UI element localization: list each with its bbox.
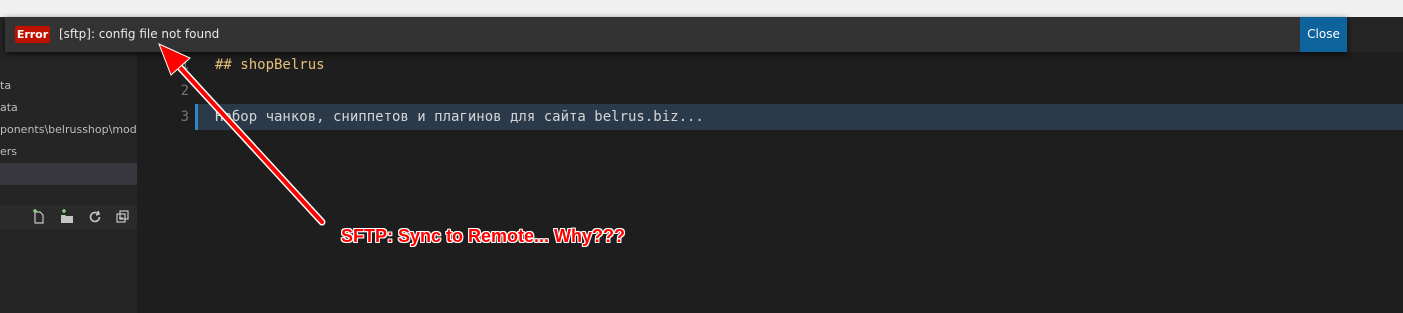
sidebar-item-label: ponents\belrusshop\mod... [0, 123, 137, 136]
code-editor[interactable]: 1 2 3 ## shopBelrus Набор чанков, сниппе… [137, 17, 1403, 313]
explorer-toolbar [0, 205, 137, 229]
sidebar-item-2[interactable]: ata [0, 97, 137, 119]
notification-message: [sftp]: config file not found [59, 27, 220, 41]
sidebar-item-label: ers [0, 145, 18, 158]
line-number: 2 [180, 83, 189, 99]
annotation-text: SFTP: Sync to Remote... Why??? [341, 226, 626, 246]
new-folder-icon[interactable] [59, 209, 75, 225]
line-number: 1 [180, 57, 189, 73]
sidebar-item-4[interactable]: ers [0, 141, 137, 163]
collapse-all-icon[interactable] [115, 209, 131, 225]
code-line[interactable]: ## shopBelrus [215, 52, 325, 78]
sidebar-item-selected[interactable] [0, 163, 137, 185]
sidebar-item-label: ata [0, 101, 18, 114]
error-notification: Error [sftp]: config file not found Clos… [5, 17, 1347, 52]
current-line-marker [195, 104, 198, 130]
window-top-strip [0, 0, 1403, 17]
explorer-sidebar: ta ata ponents\belrusshop\mod... ers [0, 17, 137, 313]
sidebar-item-label: ta [0, 79, 12, 92]
refresh-icon[interactable] [87, 209, 103, 225]
sidebar-item-3[interactable]: ponents\belrusshop\mod... [0, 119, 137, 141]
error-badge: Error [15, 26, 50, 43]
sidebar-item-1[interactable]: ta [0, 75, 137, 97]
line-number: 3 [180, 109, 189, 125]
new-file-icon[interactable] [31, 209, 47, 225]
code-line[interactable]: Набор чанков, сниппетов и плагинов для с… [215, 104, 704, 130]
close-button[interactable]: Close [1300, 17, 1347, 52]
